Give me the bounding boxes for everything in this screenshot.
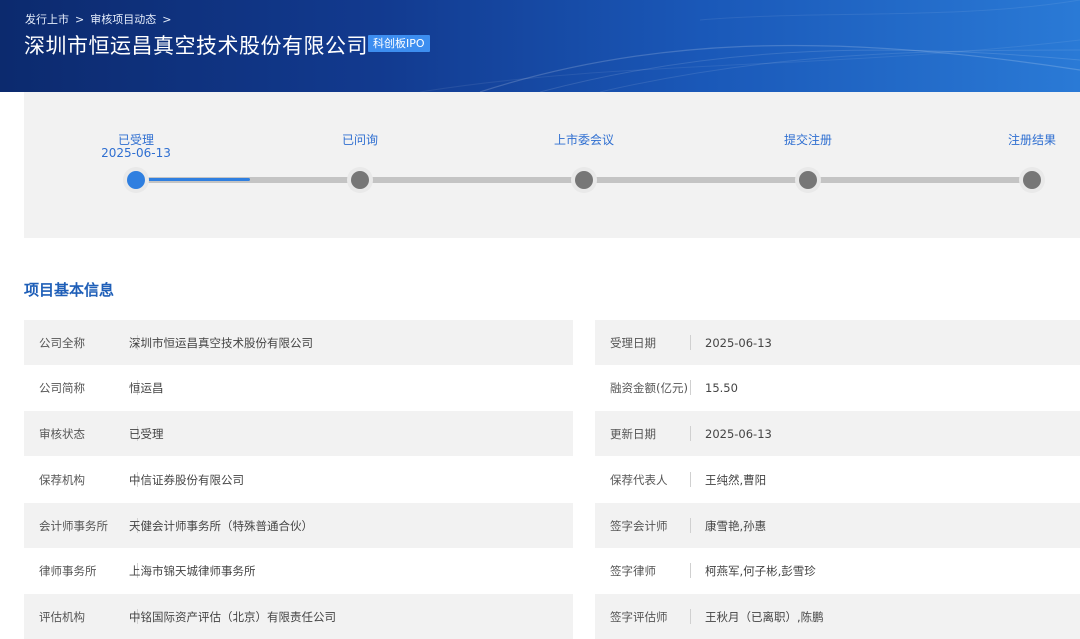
info-key: 会计师事务所 (39, 518, 108, 533)
step-committee-label: 上市委会议 (553, 133, 615, 147)
progress-fill (136, 178, 250, 181)
info-row: 公司简称 恒运昌 (24, 365, 573, 410)
info-row: 保荐机构 中信证券股份有限公司 (24, 457, 573, 502)
info-value: 上海市锦天城律师事务所 (129, 563, 256, 578)
info-key: 融资金额(亿元) (610, 380, 688, 395)
divider (690, 335, 691, 350)
step-registration-result-node (1019, 167, 1045, 193)
info-key: 签字评估师 (610, 609, 668, 624)
page-title: 深圳市恒运昌真空技术股份有限公司 (24, 34, 368, 58)
info-key: 签字会计师 (610, 518, 668, 533)
step-inquired-label: 已问询 (341, 133, 379, 147)
info-row: 保荐代表人 王纯然,曹阳 (595, 457, 1080, 502)
info-row: 评估机构 中铭国际资产评估（北京）有限责任公司 (24, 594, 573, 639)
step-inquired-node (347, 167, 373, 193)
info-value: 2025-06-13 (705, 426, 772, 441)
info-value: 中信证券股份有限公司 (129, 472, 244, 487)
divider (690, 380, 691, 395)
review-progress-panel: 已受理 2025-06-13 已问询 上市委会议 提交注册 注册结果 (24, 92, 1080, 238)
info-key: 律师事务所 (39, 563, 97, 578)
info-key: 保荐机构 (39, 472, 85, 487)
header-banner: 发行上市 > 审核项目动态 > 深圳市恒运昌真空技术股份有限公司 科创板IPO (0, 0, 1080, 92)
breadcrumb-separator: > (162, 12, 172, 26)
info-value: 恒运昌 (129, 380, 164, 395)
info-value: 中铭国际资产评估（北京）有限责任公司 (129, 609, 336, 624)
info-key: 公司全称 (39, 335, 85, 350)
info-row: 签字律师 柯燕军,何子彬,彭雪珍 (595, 548, 1080, 593)
info-row: 受理日期 2025-06-13 (595, 320, 1080, 365)
info-value: 已受理 (129, 426, 164, 441)
info-value: 康雪艳,孙惠 (705, 518, 767, 533)
info-value: 深圳市恒运昌真空技术股份有限公司 (129, 335, 313, 350)
breadcrumb-separator: > (75, 12, 85, 26)
info-row: 签字会计师 康雪艳,孙惠 (595, 503, 1080, 548)
info-key: 审核状态 (39, 426, 85, 441)
divider (690, 609, 691, 624)
step-submit-registration-node (795, 167, 821, 193)
board-badge: 科创板IPO (368, 35, 430, 52)
step-submit-registration-label: 提交注册 (783, 133, 833, 147)
info-value: 15.50 (705, 380, 738, 395)
info-row: 会计师事务所 天健会计师事务所（特殊普通合伙） (24, 503, 573, 548)
info-row: 签字评估师 王秋月（已离职）,陈鹏 (595, 594, 1080, 639)
divider (690, 426, 691, 441)
info-key: 公司简称 (39, 380, 85, 395)
info-value: 天健会计师事务所（特殊普通合伙） (129, 518, 313, 533)
info-row: 审核状态 已受理 (24, 411, 573, 456)
divider (690, 472, 691, 487)
info-row: 融资金额(亿元) 15.50 (595, 365, 1080, 410)
divider (690, 518, 691, 533)
info-row: 律师事务所 上海市锦天城律师事务所 (24, 548, 573, 593)
info-row: 更新日期 2025-06-13 (595, 411, 1080, 456)
info-key: 评估机构 (39, 609, 85, 624)
info-value: 2025-06-13 (705, 335, 772, 350)
breadcrumb-item-review-dynamics[interactable]: 审核项目动态 (90, 11, 156, 27)
info-value: 王纯然,曹阳 (705, 472, 767, 487)
step-committee-node (571, 167, 597, 193)
section-title: 项目基本信息 (24, 281, 115, 299)
divider (690, 563, 691, 578)
info-value: 柯燕军,何子彬,彭雪珍 (705, 563, 816, 578)
breadcrumb: 发行上市 > 审核项目动态 > (25, 11, 171, 27)
info-key: 受理日期 (610, 335, 656, 350)
breadcrumb-item-listing[interactable]: 发行上市 (25, 11, 69, 27)
info-value: 王秋月（已离职）,陈鹏 (705, 609, 824, 624)
info-key: 更新日期 (610, 426, 656, 441)
info-key: 签字律师 (610, 563, 656, 578)
info-row: 公司全称 深圳市恒运昌真空技术股份有限公司 (24, 320, 573, 365)
info-key: 保荐代表人 (610, 472, 668, 487)
step-accepted-date: 2025-06-13 (101, 146, 171, 160)
step-registration-result-label: 注册结果 (1007, 133, 1057, 147)
step-accepted-node (123, 167, 149, 193)
